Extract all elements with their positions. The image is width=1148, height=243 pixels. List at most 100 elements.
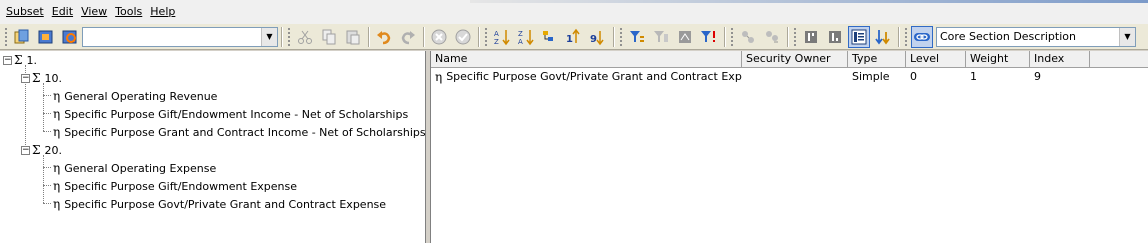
toolbar-separator [478, 26, 479, 47]
leaf-element-icon: η [435, 70, 443, 84]
menu-bar: Subset Edit View Tools Help [0, 0, 1148, 24]
tree-connector [43, 155, 44, 203]
toolbar-separator [368, 26, 369, 47]
tree-node[interactable]: − Σ 20. [21, 141, 62, 159]
sort-index-descending-icon[interactable]: 9 [587, 26, 609, 48]
toolbar-grip[interactable] [730, 26, 734, 47]
accept-icon[interactable] [452, 26, 474, 48]
tree-node-label: 1. [26, 53, 37, 67]
tree-connector [43, 185, 51, 186]
tree-node[interactable]: − Σ 1. [3, 51, 37, 69]
tree-node-label: 10. [44, 71, 62, 85]
toolbar-separator [787, 26, 788, 47]
toolbar-separator [613, 26, 614, 47]
sort-descending-icon[interactable]: ZA [515, 26, 537, 48]
tree-node[interactable]: η Specific Purpose Gift/Endowment Income… [53, 105, 408, 123]
cell-name: η Specific Purpose Govt/Private Grant an… [431, 69, 742, 85]
tree-node[interactable]: η Specific Purpose Grant and Contract In… [53, 123, 426, 141]
svg-text:Z: Z [494, 38, 499, 46]
paste-icon[interactable] [342, 26, 364, 48]
column-header-index[interactable]: Index [1030, 51, 1090, 68]
sort-hierarchy-icon[interactable] [539, 26, 561, 48]
tree-node-label: Specific Purpose Gift/Endowment Income -… [64, 107, 409, 121]
column-header-weight[interactable]: Weight [966, 51, 1030, 68]
drill-up-icon[interactable] [800, 26, 822, 48]
delete-icon[interactable] [428, 26, 450, 48]
column-header-name[interactable]: Name [431, 51, 742, 68]
leaf-element-icon: η [53, 161, 61, 175]
cell-index: 9 [1034, 70, 1041, 83]
sort-index-ascending-icon[interactable]: 1 [563, 26, 585, 48]
properties-grid-pane: Name Security Owner Type Level Weight In… [430, 51, 1148, 243]
toolbar-grip[interactable] [4, 26, 8, 47]
tree-connector [43, 131, 51, 132]
attribute-combo-value: Core Section Description [940, 30, 1076, 43]
grid-header: Name Security Owner Type Level Weight In… [431, 51, 1148, 68]
leaf-element-icon: η [53, 197, 61, 211]
tree-node-label: General Operating Revenue [64, 89, 218, 103]
redo-icon[interactable] [397, 26, 419, 48]
cell-type: Simple [852, 70, 890, 83]
tree-node[interactable]: η Specific Purpose Govt/Private Grant an… [53, 195, 386, 213]
tree-node[interactable]: η Specific Purpose Gift/Endowment Expens… [53, 177, 297, 195]
svg-text:1: 1 [566, 34, 573, 45]
column-header-level[interactable]: Level [906, 51, 966, 68]
sort-ascending-icon[interactable]: AZ [491, 26, 513, 48]
cell-level: 0 [910, 70, 917, 83]
expand-icon[interactable] [737, 26, 759, 48]
tree-connector [43, 203, 51, 204]
menu-view[interactable]: View [77, 2, 111, 22]
undo-icon[interactable] [373, 26, 395, 48]
svg-text:9: 9 [590, 34, 597, 45]
open-subset-icon[interactable] [35, 26, 57, 48]
tree-node[interactable]: η General Operating Revenue [53, 87, 217, 105]
filter-by-expression-icon[interactable] [674, 26, 696, 48]
tree-node-label: Specific Purpose Grant and Contract Inco… [64, 125, 426, 139]
tree-connector [43, 167, 51, 168]
subset-copy-icon[interactable] [11, 26, 33, 48]
column-header-type[interactable]: Type [848, 51, 906, 68]
show-next-icon[interactable] [872, 26, 894, 48]
link-icon[interactable] [911, 25, 933, 48]
collapse-toggle-icon[interactable]: − [21, 145, 30, 155]
drill-down-icon[interactable] [824, 26, 846, 48]
leaf-element-icon: η [53, 125, 61, 139]
filter-icon[interactable] [698, 26, 720, 48]
menu-subset[interactable]: Subset [2, 2, 48, 22]
table-row[interactable]: η Specific Purpose Govt/Private Grant an… [431, 69, 1090, 85]
menu-help[interactable]: Help [146, 2, 179, 22]
tree-node-label: Specific Purpose Govt/Private Grant and … [64, 197, 387, 211]
consolidated-icon: Σ [32, 143, 41, 157]
svg-text:Z: Z [518, 30, 523, 38]
toolbar-grip[interactable] [287, 26, 291, 47]
collapse-toggle-icon[interactable]: − [3, 55, 12, 65]
chevron-down-icon[interactable]: ▼ [1119, 27, 1135, 46]
toolbar-grip[interactable] [619, 26, 623, 47]
collapse-icon[interactable] [761, 26, 783, 48]
refresh-subset-icon[interactable] [59, 26, 81, 48]
toolbar-grip[interactable] [793, 26, 797, 47]
column-header-security-owner[interactable]: Security Owner [742, 51, 848, 68]
filter-level-icon[interactable] [626, 26, 648, 48]
toolbar-grip[interactable] [904, 26, 908, 47]
subset-tree-pane[interactable]: − Σ 1. − Σ 10. η General Operating Reven… [0, 51, 426, 243]
cut-icon[interactable] [294, 26, 316, 48]
menu-tools[interactable]: Tools [111, 2, 146, 22]
properties-icon[interactable] [848, 25, 870, 48]
leaf-element-icon: η [53, 179, 61, 193]
svg-text:A: A [518, 38, 523, 46]
menu-edit[interactable]: Edit [48, 2, 77, 22]
chevron-down-icon[interactable]: ▼ [261, 27, 277, 46]
subset-combo[interactable]: ▼ [82, 26, 278, 47]
attribute-combo[interactable]: Core Section Description ▼ [936, 26, 1136, 47]
tree-node[interactable]: η General Operating Expense [53, 159, 216, 177]
tree-connector [43, 83, 44, 131]
tree-node[interactable]: − Σ 10. [21, 69, 62, 87]
filter-attribute-icon[interactable] [650, 26, 672, 48]
collapse-toggle-icon[interactable]: − [21, 73, 30, 83]
consolidated-icon: Σ [14, 53, 23, 67]
copy-icon[interactable] [318, 26, 340, 48]
toolbar-separator [724, 26, 725, 47]
tree-connector [43, 95, 51, 96]
toolbar-grip[interactable] [484, 26, 488, 47]
